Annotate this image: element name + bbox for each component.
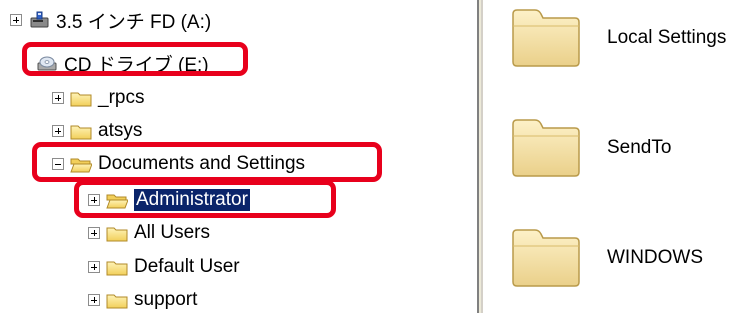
open-folder-icon bbox=[70, 158, 92, 172]
expand-plus-icon[interactable] bbox=[88, 294, 100, 306]
tree-item-label: atsys bbox=[98, 120, 143, 141]
expand-plus-icon[interactable] bbox=[52, 92, 64, 104]
expand-plus-icon[interactable] bbox=[88, 261, 100, 273]
list-item-label: SendTo bbox=[607, 137, 672, 158]
folder-icon bbox=[106, 227, 128, 241]
tree-item-label: _rpcs bbox=[98, 87, 145, 108]
floppy-drive-icon bbox=[30, 11, 49, 28]
tree-item-cd-drive[interactable]: CD ドライブ (E:) bbox=[36, 52, 209, 76]
folder-icon bbox=[70, 125, 92, 139]
expand-plus-icon[interactable] bbox=[10, 14, 22, 26]
list-item-label: Local Settings bbox=[607, 27, 727, 48]
tree-item-label: support bbox=[134, 289, 198, 310]
tree-item-floppy-drive[interactable]: 3.5 インチ FD (A:) bbox=[10, 9, 212, 33]
list-item-local-settings[interactable]: Local Settings bbox=[511, 8, 726, 68]
tree-item-rpcs[interactable]: _rpcs bbox=[52, 87, 144, 109]
large-folder-icon bbox=[512, 9, 580, 67]
tree-item-atsys[interactable]: atsys bbox=[52, 120, 142, 142]
tree-item-label: CD ドライブ (E:) bbox=[64, 54, 209, 76]
expand-plus-icon[interactable] bbox=[88, 194, 100, 206]
cd-drive-icon bbox=[37, 56, 57, 71]
list-item-label: WINDOWS bbox=[607, 247, 704, 268]
folder-contents-pane: Local Settings SendTo WINDOWS bbox=[483, 0, 754, 313]
tree-item-label: Default User bbox=[134, 256, 240, 277]
tree-item-support[interactable]: support bbox=[88, 289, 197, 311]
list-item-windows[interactable]: WINDOWS bbox=[511, 228, 703, 288]
large-folder-icon bbox=[512, 119, 580, 177]
tree-item-administrator[interactable]: Administrator bbox=[88, 188, 251, 212]
tree-item-documents-and-settings[interactable]: Documents and Settings bbox=[52, 153, 305, 175]
tree-item-label-selected: Administrator bbox=[133, 188, 251, 212]
collapse-minus-icon[interactable] bbox=[52, 158, 64, 170]
open-folder-icon bbox=[106, 194, 128, 208]
large-folder-icon bbox=[512, 229, 580, 287]
list-item-sendto[interactable]: SendTo bbox=[511, 118, 671, 178]
tree-item-label: 3.5 インチ FD (A:) bbox=[56, 11, 212, 33]
tree-item-label: All Users bbox=[134, 222, 211, 243]
tree-item-label: Documents and Settings bbox=[98, 153, 306, 174]
folder-tree-pane: 3.5 インチ FD (A:) CD ドライブ (E:) _rpcs atsys bbox=[0, 0, 470, 313]
tree-item-default-user[interactable]: Default User bbox=[88, 256, 240, 278]
folder-icon bbox=[106, 294, 128, 308]
expand-plus-icon[interactable] bbox=[52, 125, 64, 137]
tree-item-all-users[interactable]: All Users bbox=[88, 222, 210, 244]
folder-icon bbox=[106, 261, 128, 275]
folder-icon bbox=[70, 92, 92, 106]
expand-plus-icon[interactable] bbox=[88, 227, 100, 239]
